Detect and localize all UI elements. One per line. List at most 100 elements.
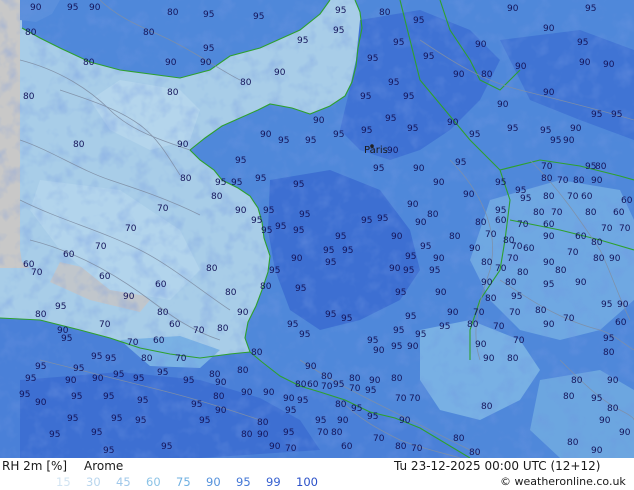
contour-label: 90 xyxy=(235,206,247,216)
contour-label: 70 xyxy=(551,208,563,218)
contour-label: 95 xyxy=(49,430,60,440)
contour-label: 60 xyxy=(575,232,587,242)
contour-label: 60 xyxy=(63,250,75,260)
contour-label: 90 xyxy=(447,118,459,128)
contour-label: 80 xyxy=(533,208,545,218)
contour-label: 95 xyxy=(73,364,84,374)
contour-label: 70 xyxy=(513,336,525,346)
contour-label: 70 xyxy=(507,254,519,264)
contour-label: 70 xyxy=(557,176,569,186)
contour-label: 95 xyxy=(393,38,404,48)
contour-label: 95 xyxy=(253,12,264,22)
contour-label: 95 xyxy=(333,26,344,36)
contour-label: 90 xyxy=(591,176,603,186)
contour-label: 70 xyxy=(193,326,205,336)
contour-label: 80 xyxy=(427,210,439,220)
contour-label: 95 xyxy=(67,414,78,424)
contour-label: 80 xyxy=(240,78,252,88)
contour-label: 80 xyxy=(603,348,615,358)
contour-label: 95 xyxy=(103,392,114,402)
contour-label: 80 xyxy=(607,404,619,414)
contour-label: 95 xyxy=(299,330,310,340)
credit-text[interactable]: © weatheronline.co.uk xyxy=(500,475,626,488)
contour-label: 80 xyxy=(567,438,579,448)
city-label-paris: Paris xyxy=(364,145,388,156)
legend-entry: 60 xyxy=(146,475,161,489)
contour-label: 80 xyxy=(83,58,95,68)
contour-label: 95 xyxy=(275,222,286,232)
contour-label: 95 xyxy=(403,266,414,276)
contour-label: 90 xyxy=(497,100,509,110)
contour-label: 70 xyxy=(409,394,421,404)
contour-label: 80 xyxy=(237,366,249,376)
contour-label: 90 xyxy=(387,146,399,156)
contour-label: 80 xyxy=(23,92,35,102)
contour-label: 80 xyxy=(481,70,493,80)
contour-label: 80 xyxy=(25,28,37,38)
contour-label: 90 xyxy=(407,342,419,352)
contour-label: 90 xyxy=(453,70,465,80)
contour-label: 70 xyxy=(395,394,407,404)
contour-label: 95 xyxy=(157,368,168,378)
contour-label: 80 xyxy=(206,264,218,274)
contour-label: 90 xyxy=(599,416,611,426)
contour-label: 70 xyxy=(99,320,111,330)
contour-label: 95 xyxy=(297,396,308,406)
contour-label: 60 xyxy=(169,320,181,330)
contour-label: 60 xyxy=(307,380,319,390)
contour-label: 80 xyxy=(469,448,481,458)
contour-label: 95 xyxy=(263,206,274,216)
legend-entry: 95 xyxy=(236,475,251,489)
contour-label: 80 xyxy=(585,208,597,218)
contour-label: 95 xyxy=(161,442,172,452)
contour-label: 95 xyxy=(591,394,602,404)
contour-label: 90 xyxy=(579,58,591,68)
contour-label: 80 xyxy=(485,294,497,304)
contour-label: 60 xyxy=(341,442,353,452)
legend-entry: 90 xyxy=(206,475,221,489)
legend-entry: 100 xyxy=(296,475,318,489)
contour-label: 70 xyxy=(493,322,505,332)
contour-label: 70 xyxy=(373,434,385,444)
contour-label: 90 xyxy=(475,340,487,350)
contour-label: 95 xyxy=(283,428,294,438)
contour-label: 80 xyxy=(593,254,605,264)
contour-label: 60 xyxy=(613,208,625,218)
contour-label: 95 xyxy=(405,312,416,322)
contour-label: 60 xyxy=(155,280,167,290)
contour-label: 95 xyxy=(103,446,114,456)
legend-entry: 30 xyxy=(86,475,101,489)
contour-label: 70 xyxy=(619,224,631,234)
contour-label: 80 xyxy=(573,176,585,186)
contour-label: 70 xyxy=(495,264,507,274)
contour-label: 95 xyxy=(520,194,531,204)
rh-map: Paris 90 95 90 80 95 95 95 80 95 90 95 90 80 80 95 90 95… xyxy=(0,0,634,458)
contour-label: 70 xyxy=(511,242,523,252)
legend-entry: 15 xyxy=(56,475,71,489)
contour-label: 70 xyxy=(125,224,137,234)
map-canvas: Paris 90 95 90 80 95 9595 809590 959080 80959095… xyxy=(0,0,634,458)
contour-label: 60 xyxy=(495,216,507,226)
contour-label: 95 xyxy=(293,180,304,190)
color-legend: 15 30 45 60 75 90 95 99 100 xyxy=(56,475,336,490)
legend-entry: 45 xyxy=(116,475,131,489)
contour-label: 90 xyxy=(570,124,582,134)
contour-label: 80 xyxy=(167,88,179,98)
contour-label: 95 xyxy=(335,6,346,16)
contour-label: 95 xyxy=(203,44,214,54)
contour-label: 95 xyxy=(135,416,146,426)
contour-label: 90 xyxy=(415,218,427,228)
contour-label: 80 xyxy=(213,392,225,402)
contour-label: 90 xyxy=(283,394,295,404)
contour-label: 95 xyxy=(495,206,506,216)
contour-label: 90 xyxy=(35,398,47,408)
contour-label: 70 xyxy=(349,384,361,394)
contour-label: 90 xyxy=(260,130,272,140)
contour-label: 80 xyxy=(257,418,269,428)
contour-label: 90 xyxy=(619,428,631,438)
contour-label: 95 xyxy=(137,396,148,406)
contour-label: 95 xyxy=(341,314,352,324)
contour-label: 95 xyxy=(191,400,202,410)
contour-label: 95 xyxy=(235,156,246,166)
contour-label: 80 xyxy=(141,354,153,364)
